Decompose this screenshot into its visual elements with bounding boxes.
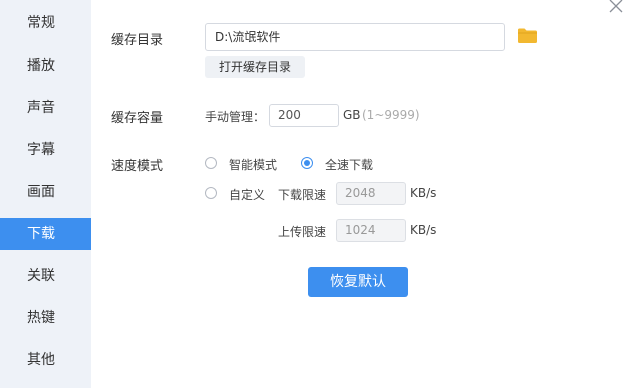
upload-limit-unit: KB/s	[410, 223, 437, 237]
download-limit-label: 下载限速	[278, 188, 327, 202]
open-cache-dir-button[interactable]: 打开缓存目录	[205, 56, 305, 78]
cache-size-input[interactable]: 200	[269, 104, 339, 127]
sidebar-item-association[interactable]: 关联	[0, 260, 91, 292]
radio-full-speed[interactable]	[301, 157, 313, 169]
cache-size-unit: GB	[343, 108, 361, 122]
manual-manage-label: 手动管理：	[205, 110, 266, 124]
sidebar-item-video[interactable]: 画面	[0, 176, 91, 208]
sidebar-item-general[interactable]: 常规	[0, 7, 91, 39]
folder-icon[interactable]	[517, 27, 538, 48]
restore-defaults-button[interactable]: 恢复默认	[308, 267, 408, 297]
sidebar: 常规 播放 声音 字幕 画面 下载 关联 热键 其他	[0, 0, 91, 388]
sidebar-item-hotkeys[interactable]: 热键	[0, 302, 91, 334]
cache-dir-label: 缓存目录	[111, 33, 164, 48]
sidebar-item-other[interactable]: 其他	[0, 344, 91, 376]
radio-smart-mode[interactable]	[205, 157, 217, 169]
download-limit-input[interactable]: 2048	[336, 182, 406, 205]
sidebar-item-subtitles[interactable]: 字幕	[0, 134, 91, 166]
cache-dir-path-field[interactable]: D:\流氓软件	[205, 23, 505, 51]
upload-limit-input[interactable]: 1024	[336, 219, 406, 242]
radio-custom[interactable]	[205, 187, 217, 199]
sidebar-item-playback[interactable]: 播放	[0, 50, 91, 82]
custom-label[interactable]: 自定义	[229, 186, 265, 203]
full-speed-label[interactable]: 全速下载	[325, 156, 373, 173]
sidebar-item-audio[interactable]: 声音	[0, 92, 91, 124]
sidebar-item-download[interactable]: 下载	[0, 218, 91, 250]
speed-mode-label: 速度模式	[111, 159, 164, 174]
cache-size-label: 缓存容量	[111, 111, 164, 126]
download-limit-unit: KB/s	[410, 186, 437, 200]
smart-mode-label[interactable]: 智能模式	[229, 156, 277, 173]
cache-size-range: (1~9999)	[362, 108, 420, 122]
close-icon[interactable]	[606, 0, 626, 16]
upload-limit-label: 上传限速	[278, 225, 327, 239]
